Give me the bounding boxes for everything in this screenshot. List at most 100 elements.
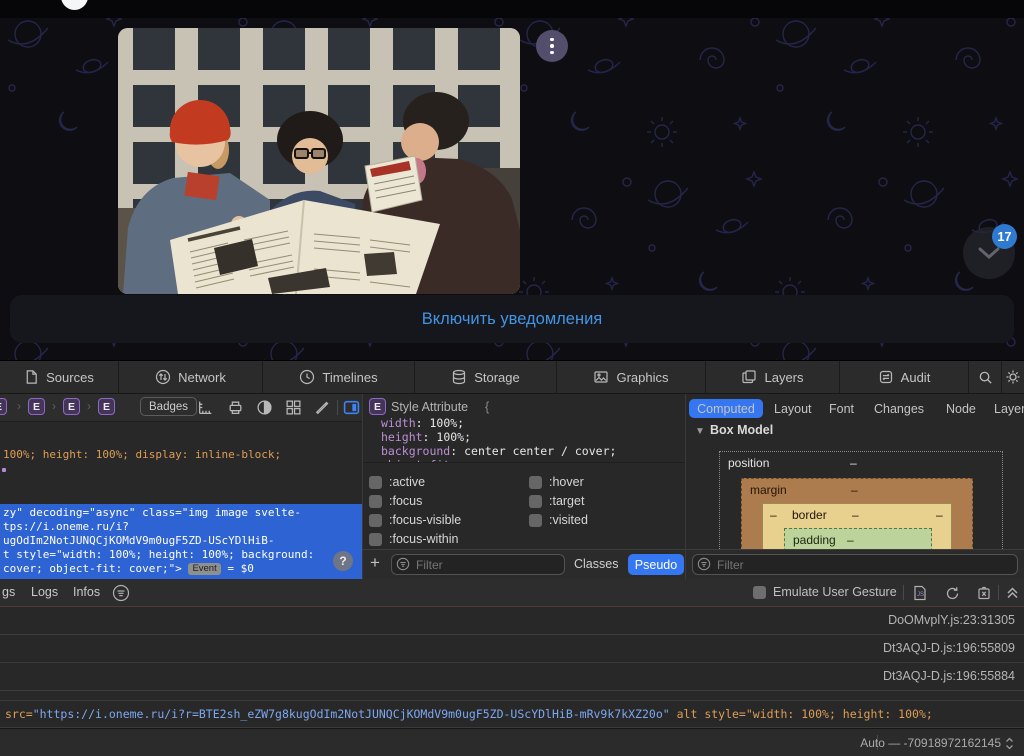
- add-rule-button[interactable]: +: [370, 553, 380, 573]
- style-rule-section: E Style Attribute { width: 100%; height:…: [363, 394, 685, 462]
- refresh-icon[interactable]: [944, 585, 961, 602]
- svg-text:JS: JS: [917, 592, 924, 598]
- collapse-console-icon[interactable]: [1005, 584, 1020, 601]
- box-model-padding: padding –: [784, 528, 932, 549]
- computed-panel-footer: [686, 549, 1024, 579]
- pseudo-checkbox-focus-within[interactable]: [369, 533, 382, 546]
- webpage-area: 17 Включить уведомления: [0, 0, 1024, 360]
- toolbar-separator: [337, 400, 338, 415]
- console-source-link[interactable]: Dt3AQJ-D.js:196:55884: [883, 669, 1015, 683]
- tab-layout[interactable]: Layout: [774, 399, 812, 418]
- disclosure-triangle-icon[interactable]: ▼: [695, 426, 705, 437]
- padding-value[interactable]: –: [847, 533, 854, 547]
- chat-photo-message[interactable]: [118, 28, 520, 294]
- layers-icon: [741, 369, 757, 385]
- web-inspector: Sources Network Timelines Storage Graphi…: [0, 360, 1024, 756]
- position-value[interactable]: –: [850, 456, 857, 470]
- tab-node[interactable]: Node: [946, 399, 976, 418]
- pseudo-checkbox-hover[interactable]: [529, 476, 542, 489]
- console-filter-clipped[interactable]: gs: [2, 585, 15, 599]
- enable-notifications-button[interactable]: Включить уведомления: [10, 295, 1014, 343]
- grid-icon[interactable]: [285, 399, 302, 416]
- tab-settings[interactable]: [1002, 361, 1024, 393]
- dom-text-fragment: [2, 468, 6, 472]
- element-badge: E: [369, 398, 386, 415]
- classes-toggle[interactable]: Classes: [574, 557, 618, 571]
- trash-icon[interactable]: [976, 585, 992, 601]
- css-property[interactable]: height: 100%;: [381, 430, 471, 444]
- filter-icon: [697, 557, 711, 571]
- tab-audit[interactable]: Audit: [840, 361, 969, 393]
- pseudo-class-section: :active :hover :focus :target :focus-vis…: [363, 462, 685, 549]
- avatar: [61, 0, 88, 10]
- message-menu-button[interactable]: [536, 30, 568, 62]
- margin-value[interactable]: –: [851, 483, 858, 497]
- execution-context-selector[interactable]: Auto — -70918972162145: [860, 736, 1014, 750]
- breadcrumb-separator: ›: [52, 399, 56, 413]
- audit-icon: [878, 369, 894, 385]
- box-model-diagram: position – margin – – border – – padding: [686, 444, 1024, 549]
- element-selection-icon[interactable]: [343, 399, 360, 416]
- ruler-icon[interactable]: [197, 399, 214, 416]
- css-property[interactable]: background: center center / cover;: [381, 444, 616, 458]
- tab-layers2[interactable]: Layers: [994, 399, 1024, 418]
- pseudo-checkbox-focus-visible[interactable]: [369, 514, 382, 527]
- printer-icon[interactable]: [227, 399, 244, 416]
- emulate-user-gesture-checkbox[interactable]: [753, 586, 766, 599]
- dom-breadcrumb-toolbar: E › E › E › E Badges: [0, 394, 362, 422]
- search-icon: [978, 370, 993, 385]
- tab-layers[interactable]: Layers: [706, 361, 840, 393]
- css-property[interactable]: width: 100%;: [381, 416, 464, 430]
- pseudo-checkbox-focus[interactable]: [369, 495, 382, 508]
- pseudo-toggle[interactable]: Pseudo: [628, 554, 684, 575]
- console-source-link[interactable]: DoOMvplY.js:23:31305: [888, 613, 1015, 627]
- paintbrush-icon[interactable]: [313, 399, 330, 416]
- chevron-down-icon: [977, 246, 1001, 260]
- browser-top-strip: [0, 0, 1024, 18]
- badges-button[interactable]: Badges: [140, 397, 197, 416]
- js-file-icon[interactable]: JS: [912, 585, 928, 601]
- tab-graphics[interactable]: Graphics: [557, 361, 706, 393]
- breadcrumb-element-badge[interactable]: E: [63, 398, 80, 415]
- tab-font[interactable]: Font: [829, 399, 854, 418]
- console-code-row[interactable]: src="https://i.oneme.ru/i?r=BTE2sh_eZW7g…: [0, 701, 1024, 728]
- breadcrumb-element-badge[interactable]: E: [0, 398, 7, 415]
- console-source-link[interactable]: Dt3AQJ-D.js:196:55809: [883, 641, 1015, 655]
- document-icon: [24, 369, 39, 385]
- box-model-section-title: Box Model: [710, 423, 773, 437]
- dom-tree-panel: 100%; height: 100%; display: inline-bloc…: [0, 422, 362, 579]
- unread-count-badge: 17: [992, 224, 1017, 249]
- breadcrumb-element-badge[interactable]: E: [28, 398, 45, 415]
- console-toolbar: gs Logs Infos Emulate User Gesture JS: [0, 579, 1024, 607]
- console-filter-infos[interactable]: Infos: [73, 585, 100, 599]
- styles-filter-input[interactable]: [391, 554, 565, 575]
- pseudo-checkbox-target[interactable]: [529, 495, 542, 508]
- console-log-row[interactable]: DoOMvplY.js:23:31305: [0, 607, 1024, 635]
- box-model-margin: margin – – border – – padding –: [741, 478, 973, 549]
- help-icon[interactable]: ?: [333, 551, 353, 571]
- console-log-row[interactable]: Dt3AQJ-D.js:196:55884: [0, 663, 1024, 691]
- tab-timelines[interactable]: Timelines: [263, 361, 415, 393]
- console-filter-icon[interactable]: [112, 584, 130, 602]
- pseudo-checkbox-visited[interactable]: [529, 514, 542, 527]
- console-status-bar: Auto — -70918972162145: [0, 728, 1024, 756]
- tab-storage[interactable]: Storage: [415, 361, 557, 393]
- console-log-row[interactable]: Dt3AQJ-D.js:196:55809: [0, 635, 1024, 663]
- computed-filter-input[interactable]: [692, 554, 1018, 575]
- dom-selected-node[interactable]: zy" decoding="async" class="img image sv…: [0, 504, 362, 579]
- tab-network[interactable]: Network: [119, 361, 263, 393]
- contrast-icon[interactable]: [256, 399, 273, 416]
- styles-panel: E Style Attribute { width: 100%; height:…: [362, 394, 686, 579]
- image-icon: [593, 369, 609, 385]
- tab-changes[interactable]: Changes: [874, 399, 924, 418]
- tab-sources[interactable]: Sources: [0, 361, 119, 393]
- event-badge[interactable]: Event: [188, 563, 220, 575]
- pseudo-checkbox-active[interactable]: [369, 476, 382, 489]
- console-filter-logs[interactable]: Logs: [31, 585, 58, 599]
- breadcrumb-element-badge[interactable]: E: [98, 398, 115, 415]
- screen: 17 Включить уведомления Sources Network …: [0, 0, 1024, 756]
- tab-computed[interactable]: Computed: [689, 399, 763, 418]
- inspector-tab-bar: Sources Network Timelines Storage Graphi…: [0, 361, 1024, 394]
- tab-search[interactable]: [969, 361, 1002, 393]
- breadcrumb-separator: ›: [17, 399, 21, 413]
